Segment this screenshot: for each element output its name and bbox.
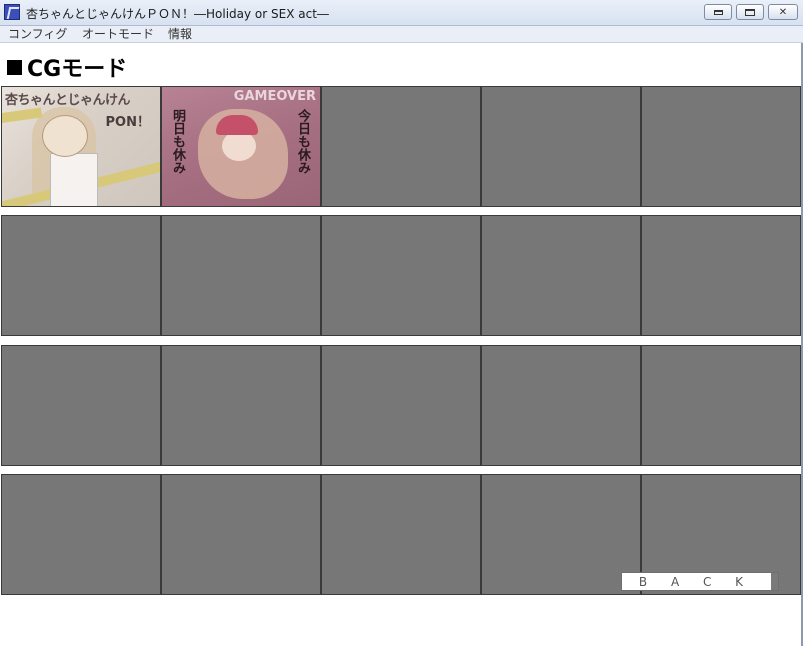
cg-locked-slot[interactable] [481,86,641,207]
cg-locked-slot[interactable] [641,215,801,336]
app-icon[interactable] [4,4,20,20]
close-icon: ✕ [778,6,788,18]
menu-bar: コンフィグ オートモード 情報 [0,26,803,43]
gameover-header: GAMEOVER [233,89,316,104]
character-face [222,131,256,161]
close-button[interactable]: ✕ [768,4,798,20]
character-shirt [50,153,98,206]
cg-row-1: 杏ちゃんとじゃんけん PON！ GAMEOVER 明日も休み 今日も休み [1,86,801,207]
cg-locked-slot[interactable] [161,474,321,595]
restore-button[interactable] [736,4,764,20]
cg-locked-slot[interactable] [641,345,801,466]
title-bar: 杏ちゃんとじゃんけんＰＯＮ！―Holiday or SEX act― ✕ [0,0,803,26]
back-button-bar [771,573,778,590]
cg-locked-slot[interactable] [161,345,321,466]
cg-mode-screen: CGモード 杏ちゃんとじゃんけん PON！ GAMEOVER 明日も休み 今日も… [0,43,803,646]
cg-locked-slot[interactable] [641,86,801,207]
cg-locked-slot[interactable] [321,345,481,466]
menu-auto-mode[interactable]: オートモード [82,26,154,42]
cg-locked-slot[interactable] [481,345,641,466]
cg-row-2 [1,215,801,336]
thumbnail-logo: 杏ちゃんとじゃんけん [5,93,131,108]
back-button[interactable]: B A C K [621,572,779,591]
thumbnail-sub: PON！ [105,115,150,130]
cg-locked-slot[interactable] [1,215,161,336]
cg-locked-slot[interactable] [321,86,481,207]
character-hat [216,115,258,135]
square-bullet-icon [7,60,22,75]
cg-locked-slot[interactable] [161,215,321,336]
vertical-text-right: 今日も休み [295,109,310,174]
back-button-label: B A C K [638,575,754,589]
cg-locked-slot[interactable] [1,345,161,466]
cg-locked-slot[interactable] [321,474,481,595]
cg-locked-slot[interactable] [1,474,161,595]
cg-locked-slot[interactable] [481,474,641,595]
page-title: CGモード [7,51,127,83]
minimize-icon [713,9,723,15]
character-head [42,115,88,157]
minimize-button[interactable] [704,4,732,20]
menu-config[interactable]: コンフィグ [8,26,67,42]
restore-icon [745,8,755,16]
cg-locked-slot[interactable] [481,215,641,336]
window-title: 杏ちゃんとじゃんけんＰＯＮ！―Holiday or SEX act― [26,7,329,21]
menu-info[interactable]: 情報 [168,26,192,42]
page-title-text: CGモード [27,57,128,82]
cg-locked-slot[interactable] [321,215,481,336]
cg-row-3 [1,345,801,466]
cg-thumbnail-1[interactable]: 杏ちゃんとじゃんけん PON！ [1,86,161,207]
cg-thumbnail-2[interactable]: GAMEOVER 明日も休み 今日も休み [161,86,321,207]
vertical-text-left: 明日も休み [170,109,185,174]
